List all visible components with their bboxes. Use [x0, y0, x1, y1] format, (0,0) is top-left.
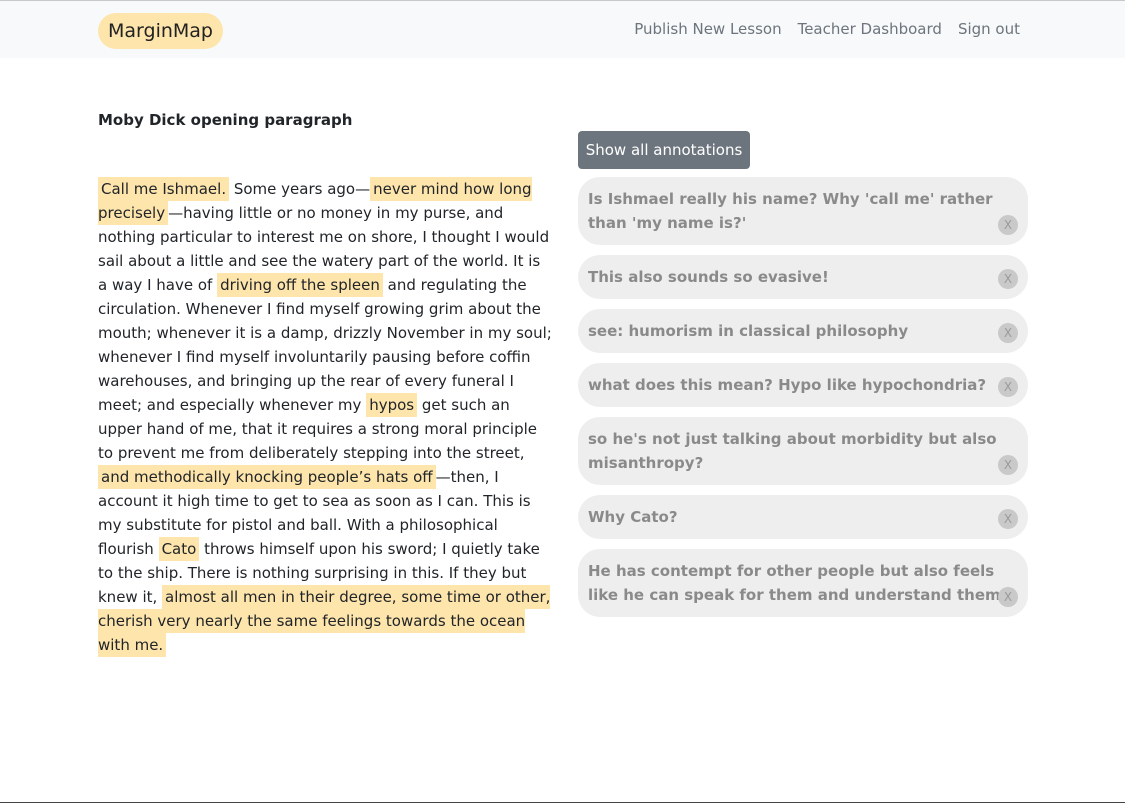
annotation-text: so he's not just talking about morbidity… — [588, 430, 997, 472]
annotation-text: He has contempt for other people but als… — [588, 562, 1007, 604]
annotation-text: Is Ishmael really his name? Why 'call me… — [588, 190, 993, 232]
delete-annotation-button[interactable]: X — [998, 323, 1018, 343]
nav-link-sign-out[interactable]: Sign out — [958, 20, 1020, 38]
highlight-segment[interactable]: and methodically knocking people’s hats … — [98, 465, 436, 489]
annotation-text: This also sounds so evasive! — [588, 268, 829, 286]
highlight-segment[interactable]: hypos — [366, 393, 418, 417]
delete-annotation-button[interactable]: X — [998, 377, 1018, 397]
annotation-text: Why Cato? — [588, 508, 678, 526]
nav-links: Publish New Lesson Teacher Dashboard Sig… — [634, 20, 1020, 38]
delete-annotation-button[interactable]: X — [998, 509, 1018, 529]
annotation-list: Is Ishmael really his name? Why 'call me… — [578, 177, 1028, 617]
annotation-item: He has contempt for other people but als… — [578, 549, 1028, 617]
annotation-item: see: humorism in classical philosophy X — [578, 309, 1028, 353]
annotation-item: This also sounds so evasive! X — [578, 255, 1028, 299]
highlight-segment[interactable]: almost all men in their degree, some tim… — [98, 585, 551, 657]
delete-annotation-button[interactable]: X — [998, 269, 1018, 289]
brand-logo[interactable]: MarginMap — [98, 13, 223, 49]
lesson-title: Moby Dick opening paragraph — [98, 111, 353, 129]
highlight-segment[interactable]: Call me Ishmael. — [98, 177, 230, 201]
nav-link-teacher-dashboard[interactable]: Teacher Dashboard — [798, 20, 942, 38]
annotation-item: what does this mean? Hypo like hypochond… — [578, 363, 1028, 407]
delete-annotation-button[interactable]: X — [998, 587, 1018, 607]
highlight-segment[interactable]: Cato — [158, 537, 200, 561]
text-segment: Some years ago— — [229, 180, 371, 198]
delete-annotation-button[interactable]: X — [998, 455, 1018, 475]
annotation-item: so he's not just talking about morbidity… — [578, 417, 1028, 485]
highlight-segment[interactable]: driving off the spleen — [217, 273, 383, 297]
annotation-text: what does this mean? Hypo like hypochond… — [588, 376, 987, 394]
annotation-text: see: humorism in classical philosophy — [588, 322, 909, 340]
delete-annotation-button[interactable]: X — [998, 215, 1018, 235]
nav-link-publish-new-lesson[interactable]: Publish New Lesson — [634, 20, 781, 38]
annotation-item: Why Cato? X — [578, 495, 1028, 539]
text-segment: and regulating the circulation. Whenever… — [98, 276, 552, 414]
navbar: MarginMap Publish New Lesson Teacher Das… — [0, 1, 1125, 58]
annotation-item: Is Ishmael really his name? Why 'call me… — [578, 177, 1028, 245]
lesson-passage: Call me Ishmael. Some years ago— never mi… — [98, 177, 553, 657]
show-all-annotations-button[interactable]: Show all annotations — [578, 131, 750, 169]
